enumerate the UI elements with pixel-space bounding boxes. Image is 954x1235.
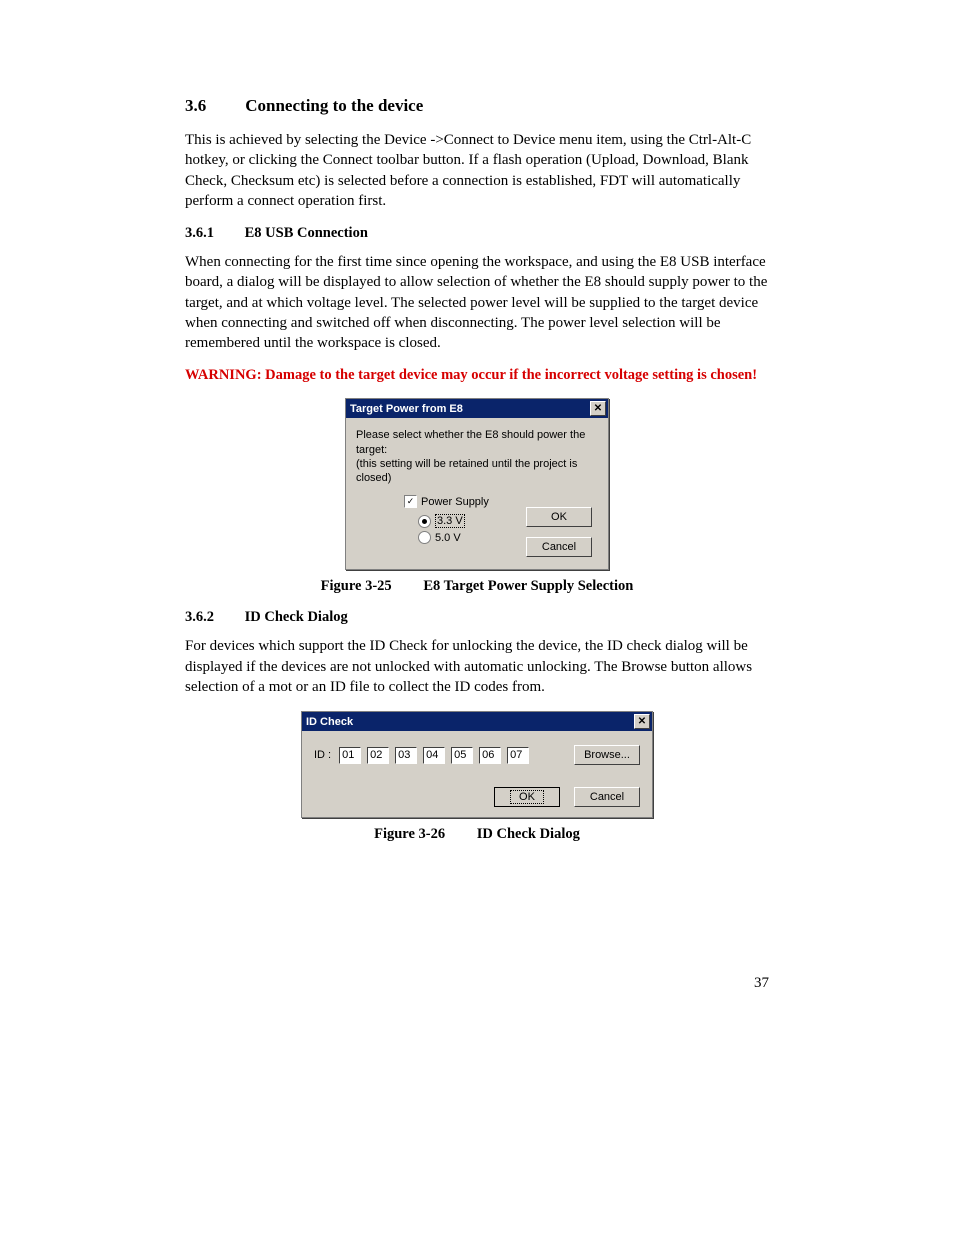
- close-icon[interactable]: ✕: [634, 714, 650, 729]
- radio-3v3[interactable]: 3.3 V: [418, 514, 526, 528]
- subsection-title: E8 USB Connection: [245, 225, 368, 241]
- close-icon[interactable]: ✕: [590, 401, 606, 416]
- warning-text: WARNING: Damage to the target device may…: [185, 367, 769, 384]
- section-number: 3.6: [185, 96, 241, 116]
- subsection-361: 3.6.1 E8 USB Connection: [185, 225, 769, 242]
- subsection-number: 3.6.2: [185, 609, 241, 626]
- dialog-titlebar: ID Check ✕: [302, 712, 652, 731]
- dialog-title-text: ID Check: [306, 716, 353, 728]
- id-field-4[interactable]: [451, 747, 473, 764]
- id-field-5[interactable]: [479, 747, 501, 764]
- checkbox-label: Power Supply: [421, 496, 489, 508]
- paragraph-idcheck: For devices which support the ID Check f…: [185, 636, 769, 697]
- paragraph-e8: When connecting for the first time since…: [185, 252, 769, 353]
- radio-label: 3.3 V: [435, 514, 465, 528]
- cancel-button[interactable]: Cancel: [574, 787, 640, 807]
- browse-button[interactable]: Browse...: [574, 745, 640, 765]
- page-number: 37: [754, 975, 769, 992]
- id-check-dialog: ID Check ✕ ID : Browse... OK Cancel: [301, 711, 653, 818]
- radio-icon: [418, 515, 431, 528]
- paragraph-intro: This is achieved by selecting the Device…: [185, 130, 769, 211]
- subsection-362: 3.6.2 ID Check Dialog: [185, 609, 769, 626]
- dialog-titlebar: Target Power from E8 ✕: [346, 399, 608, 418]
- power-supply-checkbox[interactable]: ✓ Power Supply: [404, 495, 526, 508]
- dialog-title-text: Target Power from E8: [350, 403, 463, 415]
- radio-icon: [418, 531, 431, 544]
- target-power-dialog: Target Power from E8 ✕ Please select whe…: [345, 398, 609, 570]
- id-field-6[interactable]: [507, 747, 529, 764]
- checkbox-icon: ✓: [404, 495, 417, 508]
- dialog-message: Please select whether the E8 should powe…: [356, 428, 598, 485]
- id-field-1[interactable]: [367, 747, 389, 764]
- figure-caption-326: Figure 3-26 ID Check Dialog: [185, 826, 769, 843]
- ok-button[interactable]: OK: [526, 507, 592, 527]
- section-title: Connecting to the device: [245, 96, 423, 115]
- id-field-0[interactable]: [339, 747, 361, 764]
- id-field-3[interactable]: [423, 747, 445, 764]
- section-heading: 3.6 Connecting to the device: [185, 96, 769, 116]
- cancel-button[interactable]: Cancel: [526, 537, 592, 557]
- figure-caption-325: Figure 3-25 E8 Target Power Supply Selec…: [185, 578, 769, 595]
- radio-5v[interactable]: 5.0 V: [418, 531, 526, 544]
- id-label: ID :: [314, 749, 331, 761]
- subsection-number: 3.6.1: [185, 225, 241, 242]
- id-field-2[interactable]: [395, 747, 417, 764]
- ok-button[interactable]: OK: [494, 787, 560, 807]
- radio-label: 5.0 V: [435, 532, 461, 544]
- subsection-title: ID Check Dialog: [245, 609, 348, 625]
